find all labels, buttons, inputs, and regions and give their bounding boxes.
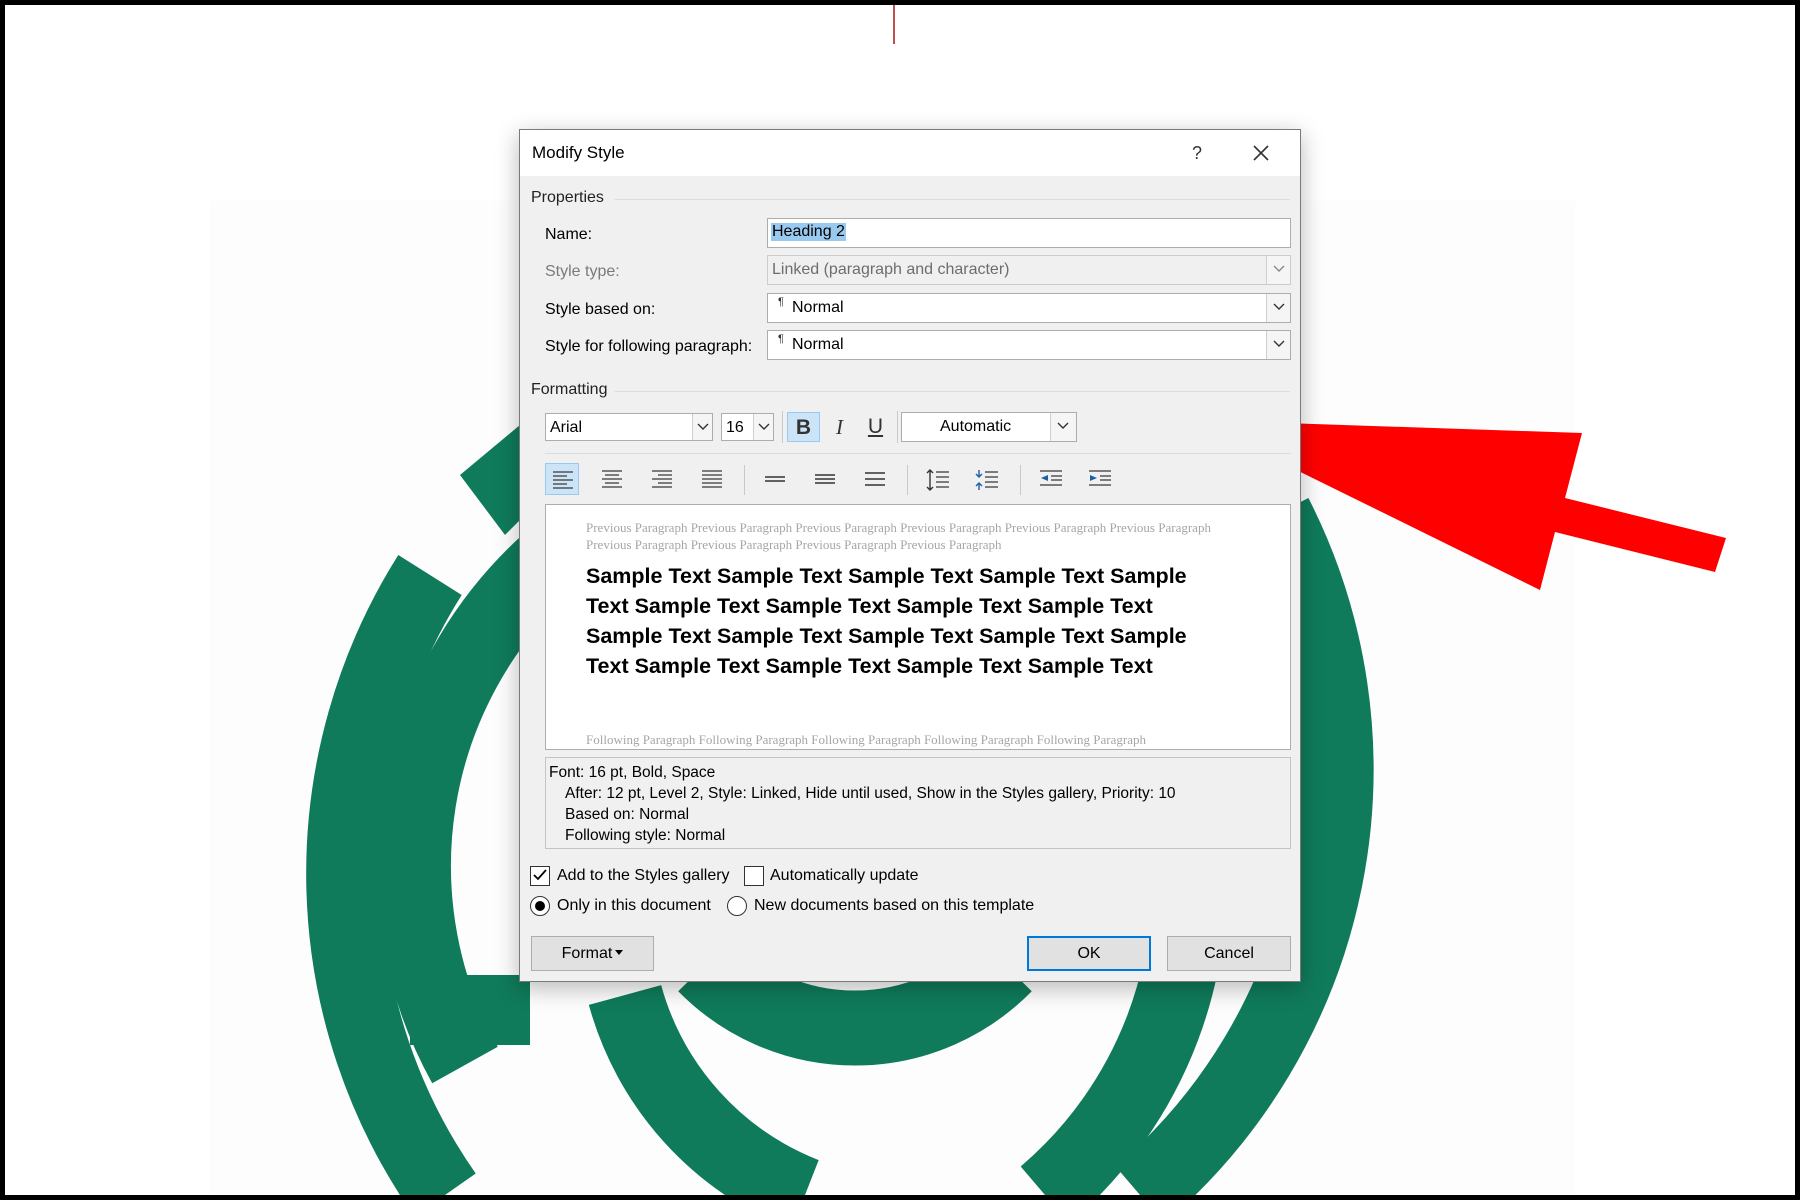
auto-update-checkbox[interactable] bbox=[744, 866, 764, 886]
toolbar-separator bbox=[782, 411, 783, 443]
increase-indent-button[interactable] bbox=[1082, 463, 1116, 495]
dialog-title: Modify Style bbox=[532, 143, 625, 162]
font-color-dropdown[interactable] bbox=[1050, 413, 1076, 441]
bold-button[interactable]: B bbox=[787, 412, 820, 442]
description-line: Font: 16 pt, Bold, Space bbox=[549, 764, 716, 781]
based-on-dropdown[interactable] bbox=[1266, 294, 1290, 322]
align-right-icon bbox=[652, 470, 672, 488]
double-spacing-button[interactable] bbox=[858, 463, 892, 495]
chevron-down-icon bbox=[697, 423, 709, 430]
pilcrow-icon: ¶ bbox=[778, 296, 784, 308]
toolbar-separator bbox=[1020, 465, 1021, 495]
chevron-down-icon bbox=[1273, 303, 1285, 310]
chevron-down-icon bbox=[1273, 265, 1285, 272]
toolbar-separator bbox=[897, 411, 898, 443]
add-to-gallery-checkbox[interactable] bbox=[530, 866, 550, 886]
name-label: Name: bbox=[545, 226, 593, 243]
size-select[interactable]: 16 bbox=[721, 413, 774, 441]
toolbar-separator bbox=[744, 465, 745, 495]
add-to-gallery-label[interactable]: Add to the Styles gallery bbox=[557, 867, 730, 885]
underline-button[interactable]: U bbox=[859, 412, 892, 442]
close-button[interactable] bbox=[1238, 134, 1284, 172]
one-half-spacing-button[interactable] bbox=[808, 463, 842, 495]
document-page: Modify Style ? Properties Name: Heading … bbox=[5, 5, 1795, 1195]
only-this-document-label[interactable]: Only in this document bbox=[557, 897, 711, 915]
increase-indent-icon bbox=[1089, 470, 1111, 486]
align-left-button[interactable] bbox=[545, 463, 579, 495]
pilcrow-icon: ¶ bbox=[778, 333, 784, 345]
checkmark-icon bbox=[533, 869, 547, 881]
style-type-select: Linked (paragraph and character) bbox=[767, 255, 1291, 285]
properties-rule bbox=[615, 199, 1290, 200]
paragraph-spacing-increase-icon bbox=[926, 469, 949, 491]
chevron-down-icon bbox=[1057, 422, 1069, 429]
justify-icon bbox=[702, 470, 722, 488]
align-center-button[interactable] bbox=[595, 463, 629, 495]
increase-paragraph-spacing-button[interactable] bbox=[920, 463, 954, 495]
single-spacing-icon bbox=[765, 476, 785, 482]
caret-down-icon bbox=[615, 949, 624, 955]
only-this-document-radio[interactable] bbox=[530, 896, 550, 916]
align-center-icon bbox=[602, 470, 622, 488]
italic-button[interactable]: I bbox=[823, 412, 856, 442]
description-line: Based on: Normal bbox=[565, 806, 690, 823]
formatting-section-label: Formatting bbox=[531, 381, 608, 398]
decrease-indent-icon bbox=[1040, 470, 1062, 486]
formatting-rule bbox=[615, 391, 1290, 392]
single-spacing-button[interactable] bbox=[758, 463, 792, 495]
double-spacing-icon bbox=[865, 472, 885, 486]
chevron-down-icon bbox=[758, 423, 770, 430]
font-value: Arial bbox=[550, 419, 583, 436]
based-on-select[interactable]: ¶ Normal bbox=[767, 293, 1291, 323]
new-documents-label[interactable]: New documents based on this template bbox=[754, 897, 1034, 915]
new-documents-radio[interactable] bbox=[727, 896, 747, 916]
dialog-titlebar: Modify Style ? bbox=[520, 130, 1300, 176]
format-button-label: Format bbox=[561, 945, 613, 962]
size-value: 16 bbox=[726, 419, 744, 436]
font-select[interactable]: Arial bbox=[545, 413, 713, 441]
radio-selected-dot bbox=[535, 901, 545, 911]
font-color-value: Automatic bbox=[940, 418, 1012, 435]
size-dropdown[interactable] bbox=[753, 414, 773, 440]
style-type-dropdown bbox=[1266, 256, 1290, 284]
ok-button[interactable]: OK bbox=[1027, 936, 1151, 971]
name-value: Heading 2 bbox=[771, 223, 846, 241]
justify-button[interactable] bbox=[695, 463, 729, 495]
description-line: Following style: Normal bbox=[565, 827, 726, 844]
properties-section-label: Properties bbox=[531, 189, 604, 206]
name-field[interactable]: Heading 2 bbox=[767, 218, 1291, 248]
close-icon bbox=[1253, 145, 1269, 161]
decrease-paragraph-spacing-button[interactable] bbox=[969, 463, 1003, 495]
format-button[interactable]: Format bbox=[531, 936, 654, 971]
sample-text-preview: Sample Text Sample Text Sample Text Samp… bbox=[586, 564, 1187, 678]
previous-paragraph-preview: Previous Paragraph Previous Paragraph Pr… bbox=[586, 520, 1211, 552]
style-type-value: Linked (paragraph and character) bbox=[772, 261, 1010, 278]
style-preview: Previous Paragraph Previous Paragraph Pr… bbox=[545, 504, 1291, 750]
one-half-spacing-icon bbox=[815, 474, 835, 484]
description-line: After: 12 pt, Level 2, Style: Linked, Hi… bbox=[565, 785, 1176, 802]
toolbar-separator bbox=[907, 465, 908, 495]
based-on-label: Style based on: bbox=[545, 301, 656, 318]
auto-update-label[interactable]: Automatically update bbox=[770, 867, 919, 885]
align-right-button[interactable] bbox=[645, 463, 679, 495]
decrease-indent-button[interactable] bbox=[1033, 463, 1067, 495]
following-value: Normal bbox=[792, 336, 844, 353]
paragraph-spacing-decrease-icon bbox=[975, 470, 998, 490]
style-description: Font: 16 pt, Bold, Space After: 12 pt, L… bbox=[545, 757, 1291, 849]
font-color-select[interactable]: Automatic bbox=[901, 412, 1077, 442]
align-left-icon bbox=[553, 471, 573, 489]
following-dropdown[interactable] bbox=[1266, 331, 1290, 359]
toolbar-rule bbox=[545, 453, 1291, 454]
font-dropdown[interactable] bbox=[692, 414, 712, 440]
chevron-down-icon bbox=[1273, 340, 1285, 347]
help-button[interactable]: ? bbox=[1174, 134, 1220, 172]
cancel-button[interactable]: Cancel bbox=[1167, 936, 1291, 971]
following-label: Style for following paragraph: bbox=[545, 338, 753, 355]
based-on-value: Normal bbox=[792, 299, 844, 316]
following-paragraph-preview: Following Paragraph Following Paragraph … bbox=[586, 732, 1147, 747]
modify-style-dialog: Modify Style ? Properties Name: Heading … bbox=[519, 129, 1301, 982]
following-select[interactable]: ¶ Normal bbox=[767, 330, 1291, 360]
style-type-label: Style type: bbox=[545, 263, 620, 280]
